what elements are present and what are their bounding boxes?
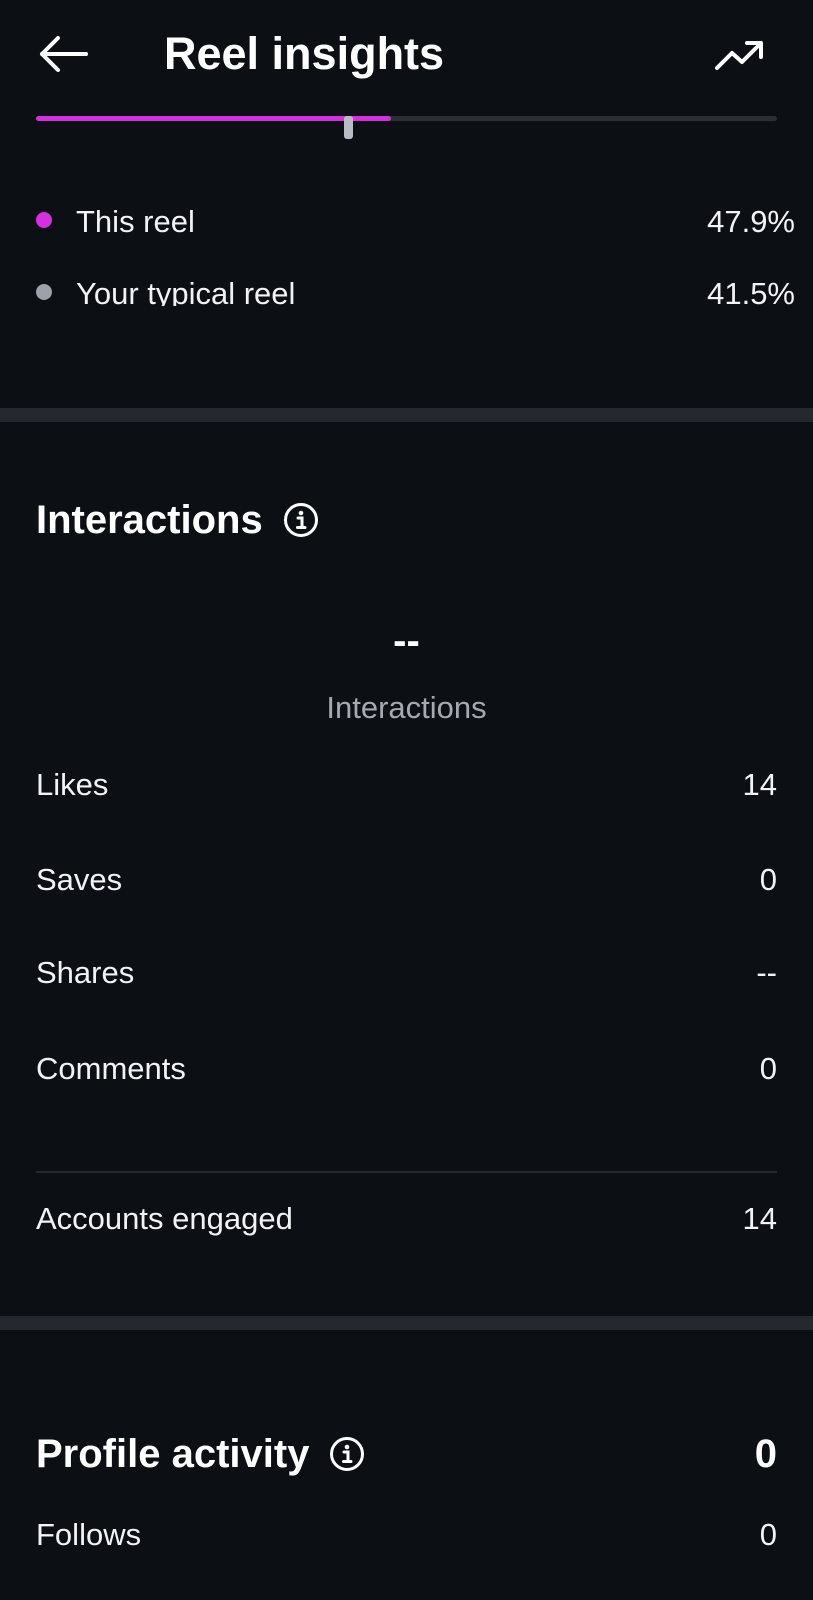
stat-label: Comments — [36, 1051, 186, 1086]
profile-activity-total: 0 — [754, 1432, 777, 1476]
this-reel-dot-icon — [36, 212, 52, 228]
stat-value: 0 — [759, 862, 777, 897]
retention-slider — [36, 110, 777, 140]
trends-button[interactable] — [708, 30, 772, 80]
stat-row-follows[interactable]: Follows 0 — [36, 1510, 777, 1560]
legend-typical-reel: Your typical reel 41.5% — [36, 272, 795, 306]
stat-label: Saves — [36, 862, 123, 897]
legend-this-reel: This reel 47.9% — [36, 200, 795, 244]
stat-label: Shares — [36, 955, 135, 990]
row-divider — [36, 1171, 777, 1173]
section-divider — [0, 1316, 813, 1330]
stat-value: -- — [756, 955, 777, 990]
section-title: Interactions — [36, 498, 263, 542]
stat-value: 14 — [742, 1201, 777, 1236]
legend-label: Your typical reel — [76, 276, 296, 306]
section-title: Profile activity — [36, 1432, 310, 1476]
stat-label: Follows — [36, 1517, 142, 1552]
stat-label: Accounts engaged — [36, 1201, 293, 1236]
typical-reel-dot-icon — [36, 284, 52, 300]
stat-value: 0 — [759, 1517, 777, 1552]
legend-label: This reel — [76, 204, 195, 239]
stat-row-accounts-engaged[interactable]: Accounts engaged 14 — [36, 1194, 777, 1244]
legend-value: 47.9% — [707, 204, 795, 239]
stat-row-likes[interactable]: Likes 14 — [36, 760, 777, 810]
this-reel-retention-bar — [36, 116, 391, 121]
interactions-total-value: -- — [393, 619, 420, 663]
arrow-left-icon — [40, 36, 88, 72]
back-button[interactable] — [30, 26, 94, 82]
legend-value: 41.5% — [707, 276, 795, 306]
interactions-info-button[interactable] — [281, 500, 321, 540]
trending-up-icon — [715, 41, 763, 70]
profile-activity-heading: Profile activity — [36, 1428, 367, 1480]
typical-reel-marker — [344, 116, 353, 139]
info-icon — [283, 503, 318, 537]
info-icon — [330, 1437, 365, 1471]
stat-value: 0 — [759, 1051, 777, 1086]
page-title: Reel insights — [164, 28, 445, 79]
stat-label: Likes — [36, 767, 109, 802]
legend-clip: Your typical reel 41.5% — [0, 270, 813, 306]
section-divider — [0, 408, 813, 422]
interactions-heading: Interactions — [36, 494, 321, 546]
stat-row-saves[interactable]: Saves 0 — [36, 855, 777, 905]
stat-row-comments[interactable]: Comments 0 — [36, 1044, 777, 1094]
stat-value: 14 — [742, 767, 777, 802]
profile-activity-info-button[interactable] — [327, 1434, 367, 1474]
stat-row-shares[interactable]: Shares -- — [36, 948, 777, 998]
top-app-bar: Reel insights — [0, 0, 813, 110]
interactions-total-label: Interactions — [326, 690, 487, 725]
